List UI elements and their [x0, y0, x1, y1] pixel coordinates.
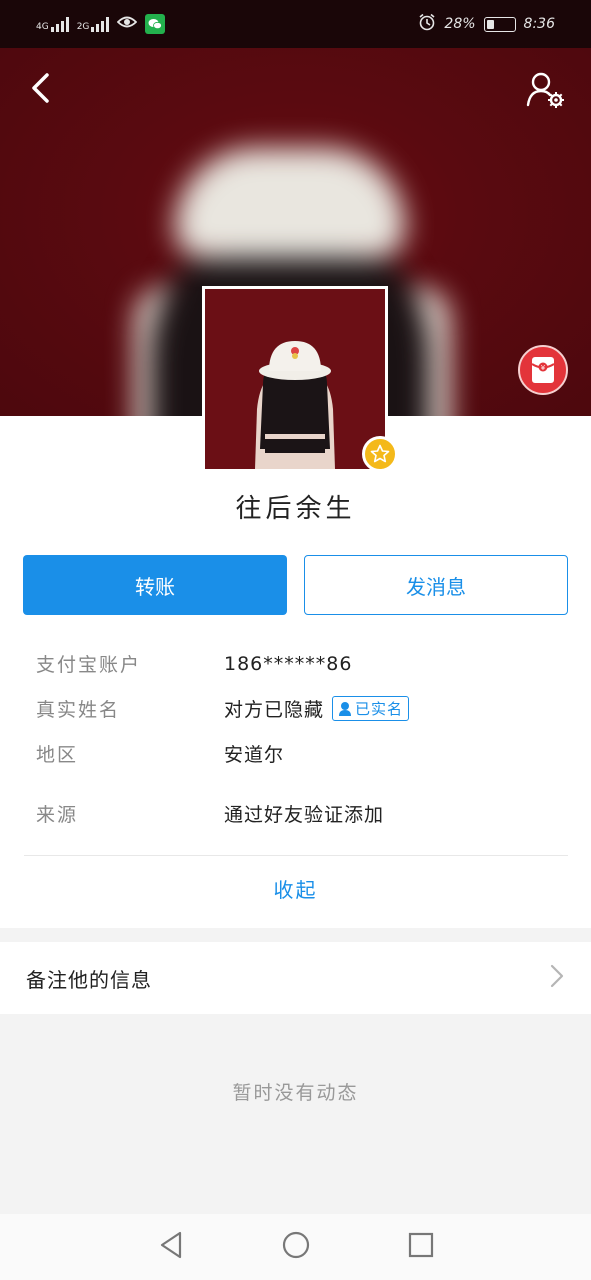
source-value: 通过好友验证添加: [224, 804, 385, 826]
divider: [24, 855, 568, 856]
circle-home-icon: [282, 1231, 309, 1259]
square-recents-icon: [408, 1232, 433, 1258]
account-value: 186******86: [224, 652, 353, 675]
realname-value-group: 对方已隐藏 已实名: [224, 695, 410, 722]
info-row-source: 来源 通过好友验证添加: [36, 800, 556, 827]
empty-feed-text: 暂时没有动态: [232, 1082, 359, 1104]
triangle-back-icon: [160, 1231, 181, 1259]
avatar[interactable]: [202, 286, 388, 472]
wechat-icon: [145, 14, 166, 34]
battery-icon: [483, 16, 516, 32]
system-nav-bar: [0, 1214, 591, 1280]
alarm-icon: [418, 13, 436, 35]
chevron-left-icon: [32, 73, 49, 103]
network-type-2: 2G: [76, 22, 90, 32]
info-row-account: 支付宝账户 186******86: [36, 650, 556, 677]
verified-badge-label: 已实名: [355, 700, 404, 718]
profile-nickname: 往后余生: [235, 494, 356, 524]
network-type-1: 4G: [36, 22, 49, 32]
verified-badge[interactable]: 已实名: [332, 696, 410, 721]
verified-user-icon: [339, 701, 352, 716]
collapse-link[interactable]: 收起: [0, 874, 591, 903]
remark-row[interactable]: 备注他的信息: [0, 942, 591, 1014]
info-row-realname: 真实姓名 对方已隐藏 已实名: [36, 695, 556, 722]
star-icon: [370, 444, 390, 463]
chevron-right-icon: [549, 963, 565, 994]
info-row-region: 地区 安道尔: [36, 740, 556, 767]
realname-label: 真实姓名: [36, 699, 121, 721]
region-label: 地区: [36, 744, 79, 766]
svg-text:¥: ¥: [541, 364, 546, 372]
star-badge: [362, 436, 398, 472]
clock-time: 8:36: [523, 16, 555, 32]
source-label: 来源: [36, 804, 79, 826]
eye-icon: [117, 15, 138, 33]
nav-home-button[interactable]: [281, 1230, 311, 1264]
account-label: 支付宝账户: [36, 654, 142, 676]
region-value: 安道尔: [224, 744, 285, 766]
transfer-button[interactable]: 转账: [23, 555, 287, 615]
avatar-image: [205, 289, 385, 469]
battery-percent: 28%: [444, 16, 476, 32]
status-bar: 4G 2G 28% 8:36: [0, 0, 591, 48]
red-packet-button[interactable]: ¥: [518, 345, 568, 395]
remark-label: 备注他的信息: [26, 967, 152, 992]
nav-back-button[interactable]: [157, 1230, 185, 1264]
signal-icon: 4G: [36, 16, 69, 32]
red-packet-icon: ¥: [531, 357, 555, 383]
realname-value: 对方已隐藏: [224, 699, 325, 721]
signal-icon-2: 2G: [77, 16, 110, 32]
user-settings-icon: [526, 72, 564, 108]
user-settings-button[interactable]: [522, 66, 568, 112]
back-button[interactable]: [20, 64, 60, 112]
nav-recents-button[interactable]: [407, 1231, 435, 1263]
send-message-button[interactable]: 发消息: [304, 555, 568, 615]
